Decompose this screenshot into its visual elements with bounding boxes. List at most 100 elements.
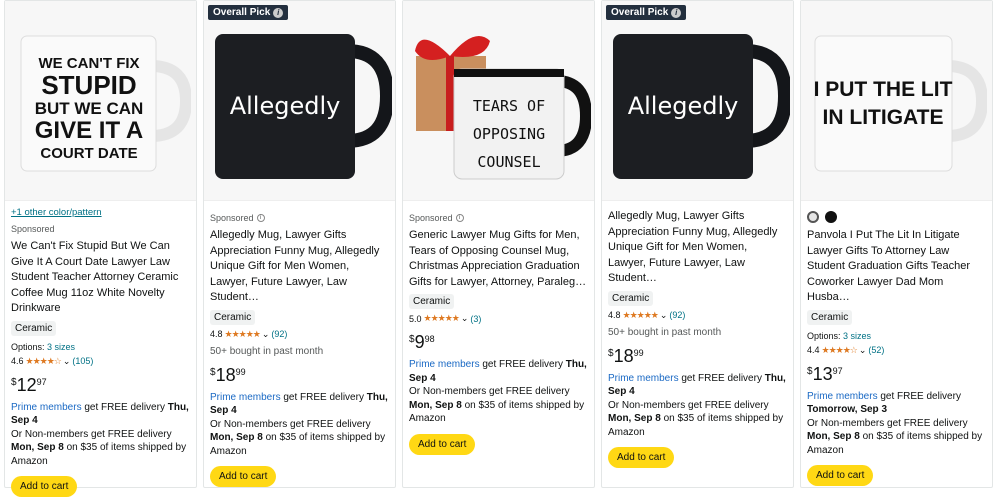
price[interactable]: $ 18 99 — [210, 365, 389, 385]
color-swatches — [807, 211, 986, 223]
delivery-info: Prime members get FREE delivery Thu, Sep… — [409, 358, 588, 426]
product-card[interactable]: Overall Pick i Allegedly Allegedly Mug, L… — [601, 0, 794, 488]
price[interactable]: $ 12 97 — [11, 375, 190, 395]
svg-text:IN LITIGATE: IN LITIGATE — [822, 106, 943, 129]
svg-text:I PUT THE LIT: I PUT THE LIT — [813, 78, 952, 101]
nonmember-date: Mon, Sep 8 — [11, 442, 64, 453]
badge-label: Overall Pick — [213, 7, 271, 18]
rating-row[interactable]: 4.4 ★★★★☆ ⌄ (52) — [807, 345, 986, 356]
add-to-cart-button[interactable]: Add to cart — [11, 476, 78, 497]
options-label: Options: — [11, 341, 45, 352]
price-whole: 9 — [414, 332, 425, 352]
rating-row[interactable]: 4.8 ★★★★★ ⌄ (92) — [608, 310, 787, 321]
product-card[interactable]: Overall Pick i Allegedly Sponsored i Alleg… — [203, 0, 396, 488]
mug-print-text: Allegedly — [628, 92, 739, 120]
delivery-text: get FREE delivery — [81, 401, 168, 413]
rating-value: 5.0 — [409, 313, 422, 324]
add-to-cart-button[interactable]: Add to cart — [409, 433, 476, 455]
product-title[interactable]: Allegedly Mug, Lawyer Gifts Appreciation… — [210, 228, 389, 306]
price-whole: 12 — [16, 374, 37, 395]
material-chip: Ceramic — [210, 309, 256, 325]
review-count[interactable]: (92) — [271, 329, 287, 339]
bought-count: 50+ bought in past month — [608, 326, 722, 338]
nonmember-text: Or Non-members get FREE delivery — [608, 399, 769, 411]
add-to-cart-button[interactable]: Add to cart — [807, 465, 874, 486]
info-icon[interactable]: i — [256, 214, 265, 222]
rating-row[interactable]: 4.6 ★★★★☆ ⌄ (105) — [11, 356, 190, 367]
black-mug-image: Allegedly — [613, 33, 790, 179]
prime-members-link[interactable]: Prime members — [409, 359, 480, 370]
white-mug-image: WE CAN'T FIX STUPID BUT WE CAN GIVE IT A… — [20, 35, 191, 171]
prime-members-link[interactable]: Prime members — [807, 391, 878, 402]
product-image[interactable]: I PUT THE LIT IN LITIGATE — [801, 1, 992, 201]
price-fraction: 99 — [633, 347, 644, 358]
svg-text:BUT WE CAN: BUT WE CAN — [34, 99, 143, 118]
chevron-down-icon[interactable]: ⌄ — [859, 345, 867, 356]
chevron-down-icon[interactable]: ⌄ — [262, 329, 270, 340]
delivery-info: Prime members get FREE delivery Tomorrow… — [807, 390, 986, 458]
product-image[interactable]: Overall Pick i Allegedly — [602, 1, 793, 201]
price[interactable]: $ 18 99 — [608, 346, 787, 366]
product-title[interactable]: We Can't Fix Stupid But We Can Give It A… — [11, 239, 190, 317]
chevron-down-icon[interactable]: ⌄ — [660, 310, 668, 321]
nonmember-date: Mon, Sep 8 — [409, 399, 462, 411]
delivery-date: Tomorrow, Sep 3 — [807, 404, 888, 415]
svg-text:TEARS OF: TEARS OF — [473, 97, 545, 115]
review-count[interactable]: (105) — [72, 356, 93, 366]
stars-icon: ★★★★★ — [224, 328, 261, 339]
info-icon[interactable]: i — [455, 214, 464, 222]
rating-value: 4.4 — [807, 345, 820, 355]
swatch-white[interactable] — [807, 211, 819, 223]
material-chip: Ceramic — [807, 309, 853, 325]
prime-members-link[interactable]: Prime members — [210, 392, 281, 403]
add-to-cart-button[interactable]: Add to cart — [608, 447, 675, 468]
chevron-down-icon[interactable]: ⌄ — [63, 356, 71, 367]
options-link[interactable]: 3 sizes — [47, 342, 75, 352]
nonmember-text: Or Non-members get FREE delivery — [210, 418, 371, 430]
nonmember-date: Mon, Sep 8 — [210, 432, 263, 443]
rating-row[interactable]: 4.8 ★★★★★ ⌄ (92) — [210, 329, 389, 340]
product-title[interactable]: Generic Lawyer Mug Gifts for Men, Tears … — [409, 228, 588, 290]
swatch-black[interactable] — [825, 211, 837, 223]
stars-icon: ★★★★☆ — [821, 344, 858, 355]
sponsored-label: Sponsored — [11, 224, 190, 234]
prime-members-link[interactable]: Prime members — [608, 373, 679, 384]
stars-icon: ★★★★☆ — [25, 355, 62, 366]
prime-members-link[interactable]: Prime members — [11, 402, 82, 413]
chevron-down-icon[interactable]: ⌄ — [461, 313, 469, 324]
review-count[interactable]: (92) — [669, 310, 685, 320]
nonmember-date: Mon, Sep 8 — [807, 431, 860, 442]
product-title[interactable]: Panvola I Put The Lit In Litigate Lawyer… — [807, 228, 986, 306]
material-chip: Ceramic — [409, 294, 455, 309]
product-image[interactable]: TEARS OF OPPOSING COUNSEL — [403, 1, 594, 201]
delivery-text: get FREE delivery — [479, 359, 566, 370]
product-card[interactable]: I PUT THE LIT IN LITIGATE Panvola I Put … — [800, 0, 993, 488]
nonmember-date: Mon, Sep 8 — [608, 413, 661, 424]
info-icon[interactable]: i — [671, 7, 682, 18]
delivery-text: get FREE delivery — [877, 390, 961, 402]
options-link[interactable]: 3 sizes — [843, 331, 871, 341]
sponsored-label: Sponsored i — [409, 213, 588, 223]
price[interactable]: $ 9 98 — [409, 332, 588, 352]
review-count[interactable]: (52) — [868, 345, 884, 355]
rating-row[interactable]: 5.0 ★★★★★ ⌄ (3) — [409, 313, 588, 324]
price-fraction: 97 — [832, 365, 843, 376]
product-title[interactable]: Allegedly Mug, Lawyer Gifts Appreciation… — [608, 209, 787, 287]
bought-count: 50+ bought in past month — [210, 345, 324, 357]
options-label: Options: — [807, 330, 841, 341]
options-row: Options: 3 sizes — [11, 342, 190, 352]
product-image[interactable]: WE CAN'T FIX STUPID BUT WE CAN GIVE IT A… — [5, 1, 196, 201]
delivery-text: get FREE delivery — [678, 372, 765, 384]
delivery-info: Prime members get FREE delivery Thu, Sep… — [608, 372, 787, 440]
other-color-link[interactable]: +1 other color/pattern — [11, 207, 190, 218]
product-card[interactable]: WE CAN'T FIX STUPID BUT WE CAN GIVE IT A… — [4, 0, 197, 497]
stars-icon: ★★★★★ — [423, 313, 460, 323]
review-count[interactable]: (3) — [470, 314, 481, 324]
product-card[interactable]: TEARS OF OPPOSING COUNSEL Sponsored i Gen… — [402, 0, 595, 488]
delivery-info: Prime members get FREE delivery Thu, Sep… — [210, 391, 389, 459]
sponsored-label: Sponsored i — [210, 213, 389, 223]
info-icon[interactable]: i — [273, 7, 284, 18]
add-to-cart-button[interactable]: Add to cart — [210, 466, 277, 487]
product-image[interactable]: Overall Pick i Allegedly — [204, 1, 395, 201]
price[interactable]: $ 13 97 — [807, 364, 986, 384]
